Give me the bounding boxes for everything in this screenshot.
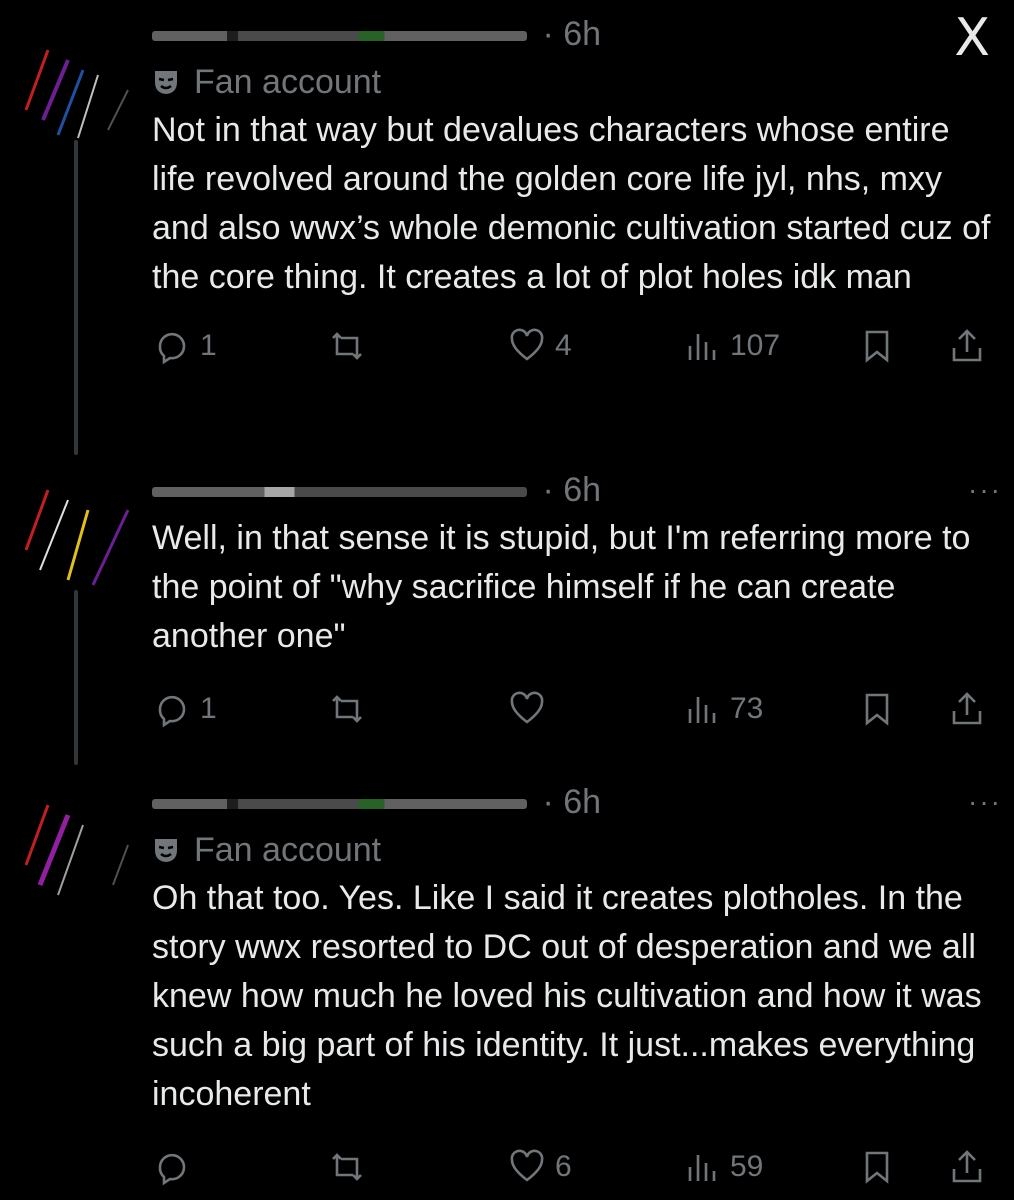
tweet-text: Not in that way but devalues characters …	[152, 111, 991, 296]
reply-button[interactable]: 1	[152, 326, 217, 366]
reply-button[interactable]: 1	[152, 689, 217, 729]
like-button[interactable]: 4	[507, 326, 572, 366]
bookmark-button[interactable]	[857, 1147, 897, 1187]
heart-icon	[510, 328, 544, 361]
bookmark-icon	[865, 1151, 889, 1184]
reply-icon	[158, 332, 186, 365]
avatar[interactable]	[18, 20, 136, 140]
fan-account-label: Fan account	[194, 831, 382, 869]
fan-account-badge: Fan account	[152, 826, 1002, 874]
views-count: 59	[730, 1150, 764, 1183]
fan-account-label: Fan account	[194, 63, 382, 101]
views-icon	[688, 334, 716, 360]
reply-icon	[158, 695, 186, 728]
tweet-header: · 6h ···	[152, 466, 1002, 514]
tweet[interactable]: · 6h Fan account Not in that way but dev…	[152, 10, 1002, 376]
share-icon	[952, 1150, 982, 1183]
avatar[interactable]	[18, 470, 136, 590]
mask-icon	[155, 71, 177, 94]
author-name-obscured[interactable]	[152, 31, 527, 42]
views-button[interactable]: 59	[682, 1147, 763, 1187]
views-button[interactable]: 107	[682, 326, 780, 366]
repost-icon	[332, 1153, 362, 1181]
views-count: 107	[730, 329, 781, 362]
hide-reply-icon[interactable]	[906, 784, 942, 820]
tweet-actions: 6 59	[152, 1147, 1002, 1197]
views-button[interactable]: 73	[682, 689, 763, 729]
tweet-text: Well, in that sense it is stupid, but I'…	[152, 519, 971, 655]
like-button[interactable]	[507, 689, 555, 729]
heart-icon	[510, 691, 544, 724]
timestamp[interactable]: · 6h	[542, 783, 601, 821]
avatar[interactable]	[18, 785, 136, 905]
thread-line	[74, 140, 78, 455]
tweet[interactable]: · 6h ··· Well, in that sense it is stupi…	[152, 466, 1002, 739]
thread-line	[74, 590, 78, 765]
more-options-button[interactable]: ···	[968, 778, 1002, 826]
timestamp[interactable]: · 6h	[542, 15, 601, 53]
heart-icon	[510, 1149, 544, 1182]
tweet-header: · 6h ···	[152, 778, 1002, 826]
share-icon	[952, 329, 982, 362]
tweet-actions: 1 4 107	[152, 326, 1002, 376]
fan-account-badge: Fan account	[152, 58, 1002, 106]
tweet[interactable]: · 6h ··· Fan account Oh that too. Yes. L…	[152, 778, 1002, 1197]
share-button[interactable]	[947, 689, 987, 729]
timestamp[interactable]: · 6h	[542, 471, 601, 509]
repost-button[interactable]	[327, 1147, 375, 1187]
repost-icon	[332, 332, 362, 360]
like-button[interactable]: 6	[507, 1147, 572, 1187]
views-count: 73	[730, 692, 764, 725]
reply-count: 1	[200, 692, 217, 725]
tweet-header: · 6h	[152, 10, 1002, 58]
reply-button[interactable]	[152, 1147, 200, 1187]
reply-icon	[158, 1153, 186, 1186]
repost-button[interactable]	[327, 689, 375, 729]
share-icon	[952, 692, 982, 725]
more-options-button[interactable]: ···	[968, 466, 1002, 514]
author-name-obscured[interactable]	[152, 799, 527, 810]
like-count: 4	[555, 329, 572, 362]
author-name-obscured[interactable]	[152, 487, 527, 498]
views-icon	[688, 1155, 716, 1181]
bookmark-icon	[865, 330, 889, 363]
repost-button[interactable]	[327, 326, 375, 366]
bookmark-button[interactable]	[857, 326, 897, 366]
like-count: 6	[555, 1150, 572, 1183]
hide-reply-icon[interactable]	[906, 472, 942, 508]
mask-icon	[155, 839, 177, 862]
bookmark-icon	[865, 693, 889, 726]
share-button[interactable]	[947, 326, 987, 366]
bookmark-button[interactable]	[857, 689, 897, 729]
tweet-actions: 1 73	[152, 689, 1002, 739]
reply-count: 1	[200, 329, 217, 362]
views-icon	[688, 697, 716, 723]
share-button[interactable]	[947, 1147, 987, 1187]
repost-icon	[332, 695, 362, 723]
tweet-text: Oh that too. Yes. Like I said it creates…	[152, 879, 982, 1113]
